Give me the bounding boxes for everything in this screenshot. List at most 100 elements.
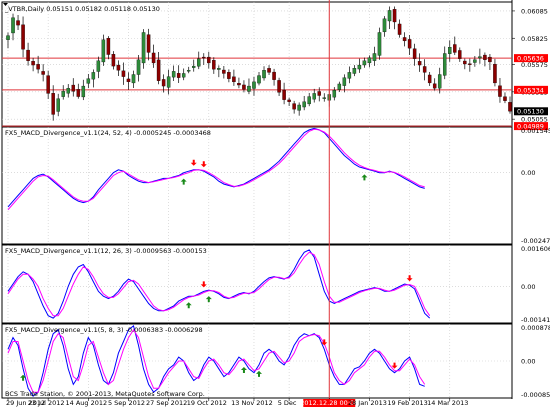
candle-body [171,71,176,78]
candle-body [197,58,201,67]
candle-body [453,44,457,53]
candle-body [302,101,306,108]
candle-body [71,84,76,92]
candle-body [16,20,20,26]
candle-body [392,9,397,23]
candle-body [427,74,432,84]
candle-body [437,74,442,89]
candle-body [508,102,512,112]
candle-body [181,73,186,78]
candle-body [352,68,357,74]
candle-body [488,56,492,63]
copyright-text: BCS Trade Station, © 2001-2013, MetaQuot… [5,390,205,398]
date-tick-label: 19 Feb 2013 [387,399,427,407]
candle-body [458,50,462,59]
candle-body [503,96,507,101]
candle-body [21,24,25,50]
chart-canvas[interactable]: 0.060850.058250.055750.053150.050550.056… [0,0,550,413]
date-tick-label: 28 Jan 2013 [348,399,387,407]
candle-body [186,70,191,72]
candle-body [26,49,30,61]
price-tick-label: 0.06085 [521,7,548,15]
candle-body [81,85,86,98]
indicator-tick-label: 0.001606 [521,245,550,253]
price-level-label: 0.05636 [517,55,544,63]
candle-body [96,60,101,72]
candle-body [146,34,151,53]
candle-body [372,53,377,61]
candle-body [51,93,55,115]
candle-body [282,89,286,100]
candle-body [468,63,472,65]
chart-window: 0.060850.058250.055750.053150.050550.056… [0,0,550,413]
candle-body [442,53,447,76]
candle-body [448,47,452,54]
candle-body [156,59,161,81]
candle-body [101,39,106,63]
candle-body [161,79,166,87]
candle-body [483,54,487,60]
indicator-tick-label: 0.00 [521,358,535,366]
candle-body [317,91,321,96]
candle-body [136,59,141,75]
candle-body [76,89,81,97]
candle-body [463,60,467,65]
candle-body [191,65,196,68]
date-tick-label: 5 Dec [278,399,297,407]
candle-body [141,32,146,64]
candle-body [31,60,35,66]
candle-body [407,39,412,49]
date-tick-label: 5 Sep 2012 [108,399,145,407]
candle-body [56,98,60,112]
candle-body [217,68,221,70]
candle-body [207,56,211,64]
indicator-tick-label: 0.00 [521,283,535,291]
candle-body [277,80,281,93]
candle-body [212,60,216,70]
candle-body [11,17,15,34]
candle-body [397,23,402,35]
price-tick-label: 0.05825 [521,35,548,43]
candle-body [493,63,497,84]
candle-body [267,68,271,73]
candle-body [66,88,70,94]
indicator-pane-title: FX5_MACD_Divergence_v1.1(12, 26, 3) -0.0… [5,247,207,255]
candle-body [422,66,427,73]
indicator-tick-label: 0.00 [521,169,535,177]
candle-body [498,85,502,97]
candle-body [332,90,337,98]
price-level-label: 0.05334 [517,86,544,94]
candle-body [347,72,352,79]
candle-body [151,52,156,64]
candle-body [247,85,251,92]
candle-body [176,73,181,78]
indicator-tick-label: 0.000878 [521,324,550,332]
candle-body [357,64,362,70]
candle-body [307,96,311,105]
indicator-pane-title: FX5_MACD_Divergence_v1.1(24, 52, 4) -0.0… [5,129,211,137]
candle-body [237,83,241,86]
indicator-tick-label: 0.001545 [521,127,550,135]
candle-body [312,93,316,100]
candle-body [362,60,367,66]
candle-body [297,104,301,111]
candle-body [432,83,437,89]
candle-body [387,10,392,22]
candle-body [342,77,347,86]
candle-body [46,75,50,94]
indicator-pane-title: FX5_MACD_Divergence_v1.1(5, 8, 3) -0.000… [5,326,203,334]
candle-body [292,103,296,110]
candle-body [202,56,206,59]
candle-body [412,48,417,59]
date-tick-label: 19 Oct 2012 [187,399,227,407]
candle-body [322,97,327,99]
candle-body [473,59,477,63]
candle-body [227,72,231,79]
candle-body [242,84,246,90]
date-tick-label: 14 Mar 2013 [427,399,468,407]
candle-body [61,91,65,97]
candle-body [377,32,382,56]
date-tick-label: 23 Jul 2012 [28,399,65,407]
candle-body [257,75,261,84]
indicator-tick-label: -0.002477 [521,237,550,245]
